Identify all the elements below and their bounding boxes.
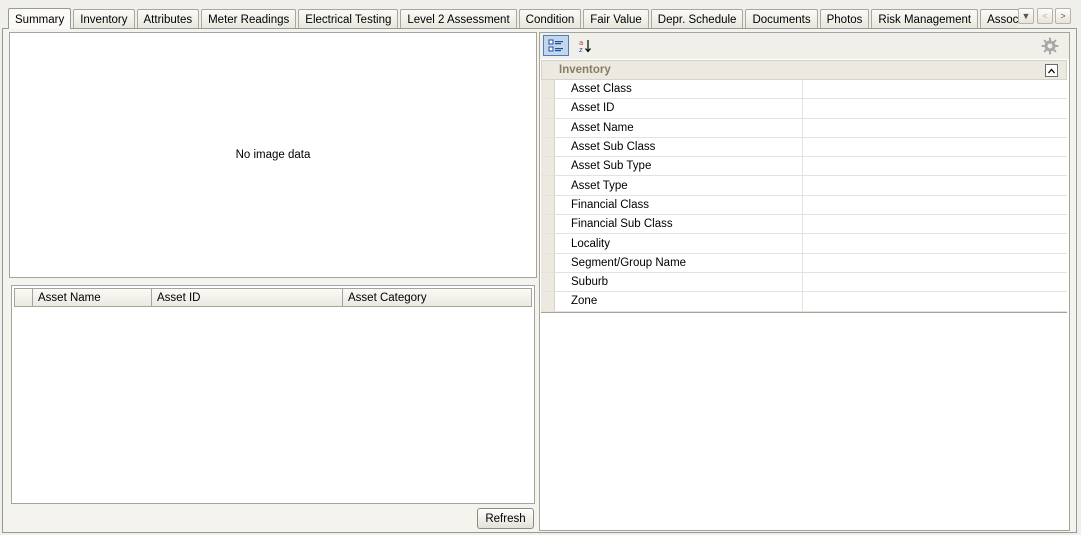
tab-meter-readings[interactable]: Meter Readings	[201, 9, 297, 29]
property-value[interactable]	[803, 138, 1067, 156]
property-value[interactable]	[803, 196, 1067, 214]
property-name: Locality	[555, 234, 803, 253]
category-label: Inventory	[559, 64, 611, 76]
grid-header: Asset Name Asset ID Asset Category	[14, 288, 532, 307]
chevron-down-icon: ▼	[1021, 11, 1031, 21]
property-toolbar: a z	[540, 33, 1069, 59]
refresh-button[interactable]: Refresh	[477, 508, 534, 529]
property-name: Financial Class	[555, 195, 803, 215]
tab-depr-schedule[interactable]: Depr. Schedule	[650, 9, 744, 29]
property-row-asset-sub-type[interactable]: Asset Sub Type	[541, 157, 1067, 177]
categorized-view-button[interactable]	[543, 35, 569, 56]
tab-documents[interactable]: Documents	[745, 9, 818, 29]
property-value[interactable]	[803, 157, 1067, 175]
tab-risk-management[interactable]: Risk Management	[871, 9, 979, 29]
chevron-left-icon: <	[1042, 11, 1048, 21]
tab-strip: Summary Inventory Attributes Meter Readi…	[0, 0, 1081, 29]
property-row-asset-name[interactable]: Asset Name	[541, 118, 1067, 138]
gear-icon	[1041, 37, 1059, 54]
tab-level-2-assessment[interactable]: Level 2 Assessment	[400, 9, 517, 29]
property-value[interactable]	[803, 292, 1067, 310]
category-inventory[interactable]: Inventory	[541, 60, 1067, 80]
property-row-locality[interactable]: Locality	[541, 234, 1067, 254]
property-rows: Asset Class Asset ID Asset Name Asset Su…	[541, 80, 1067, 312]
property-row-financial-sub-class[interactable]: Financial Sub Class	[541, 215, 1067, 235]
tab-photos[interactable]: Photos	[819, 9, 870, 29]
no-image-message: No image data	[235, 149, 311, 161]
property-name: Asset ID	[555, 99, 803, 118]
collapse-category-button[interactable]	[1045, 64, 1058, 77]
row-selector-header[interactable]	[15, 289, 33, 306]
property-value[interactable]	[803, 254, 1067, 272]
property-name: Asset Class	[555, 80, 803, 99]
image-preview: No image data	[9, 32, 537, 278]
property-value[interactable]	[803, 80, 1067, 98]
tab-menu-dropdown[interactable]: ▼	[1018, 8, 1034, 24]
column-header-asset-category[interactable]: Asset Category	[343, 289, 531, 306]
column-header-asset-name[interactable]: Asset Name	[33, 289, 152, 306]
property-name: Asset Sub Type	[555, 157, 803, 176]
asset-grid[interactable]: Asset Name Asset ID Asset Category	[11, 285, 535, 504]
tab-inventory[interactable]: Inventory	[73, 9, 135, 29]
property-value[interactable]	[803, 119, 1067, 137]
tab-list: Summary Inventory Attributes Meter Readi…	[8, 8, 1018, 29]
property-grid: a z Inventory Asset Class Asset ID Asset…	[539, 32, 1070, 531]
tab-scroll-right[interactable]: >	[1055, 8, 1071, 24]
sort-alphabetical-icon: a z	[579, 39, 591, 54]
property-value[interactable]	[803, 273, 1067, 291]
property-row-asset-id[interactable]: Asset ID	[541, 99, 1067, 119]
property-row-asset-sub-class[interactable]: Asset Sub Class	[541, 137, 1067, 158]
property-row-suburb[interactable]: Suburb	[541, 272, 1067, 293]
settings-button[interactable]	[1037, 35, 1063, 56]
alphabetical-view-button[interactable]: a z	[572, 35, 598, 56]
property-value[interactable]	[803, 99, 1067, 117]
tab-scroll-left[interactable]: <	[1037, 8, 1053, 24]
column-header-asset-id[interactable]: Asset ID	[152, 289, 343, 306]
tab-fair-value[interactable]: Fair Value	[583, 9, 649, 29]
property-name: Zone	[555, 292, 803, 311]
tab-attributes[interactable]: Attributes	[136, 9, 200, 29]
tab-condition[interactable]: Condition	[518, 9, 582, 29]
tab-summary[interactable]: Summary	[8, 8, 72, 29]
tab-associated-assets[interactable]: Associated Assets	[980, 9, 1018, 29]
property-name: Asset Sub Class	[555, 137, 803, 157]
property-row-asset-type[interactable]: Asset Type	[541, 176, 1067, 196]
property-name: Asset Name	[555, 118, 803, 137]
chevron-up-icon	[1048, 68, 1055, 73]
svg-text:z: z	[579, 46, 583, 54]
property-grid-divider	[541, 312, 1067, 313]
property-name: Suburb	[555, 272, 803, 292]
property-value[interactable]	[803, 215, 1067, 233]
property-name: Financial Sub Class	[555, 215, 803, 234]
property-value[interactable]	[803, 176, 1067, 194]
property-name: Asset Type	[555, 176, 803, 195]
property-row-zone[interactable]: Zone	[541, 292, 1067, 312]
property-name: Segment/Group Name	[555, 253, 803, 272]
property-row-asset-class[interactable]: Asset Class	[541, 80, 1067, 100]
categorized-icon	[548, 39, 563, 51]
chevron-right-icon: >	[1060, 11, 1066, 21]
property-row-financial-class[interactable]: Financial Class	[541, 195, 1067, 216]
property-row-segment-group-name[interactable]: Segment/Group Name	[541, 253, 1067, 273]
tab-content-summary: No image data Asset Name Asset ID Asset …	[2, 28, 1077, 533]
property-value[interactable]	[803, 234, 1067, 252]
tab-electrical-testing[interactable]: Electrical Testing	[298, 9, 399, 29]
